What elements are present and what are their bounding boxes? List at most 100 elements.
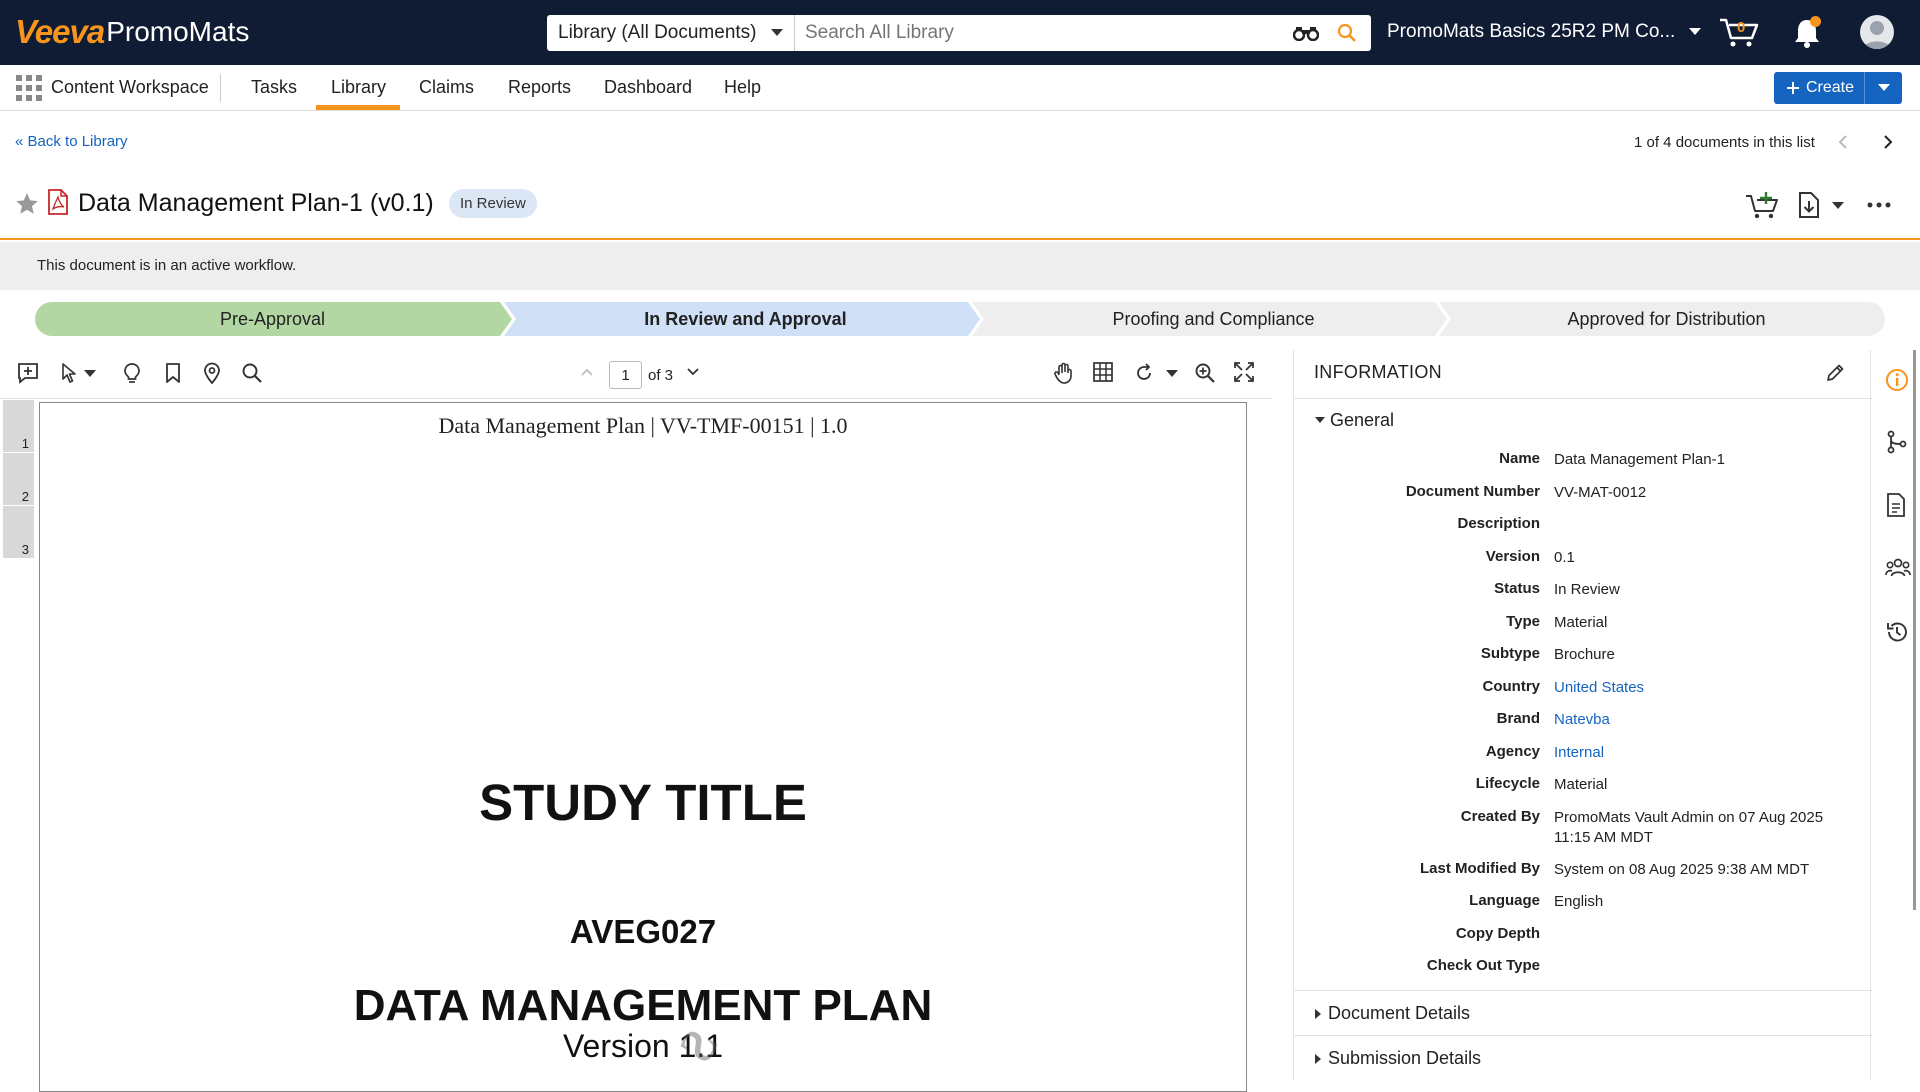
double-chevron-left-icon: « — [15, 133, 28, 150]
field-value-name: Data Management Plan-1 — [1554, 451, 1725, 468]
top-bar: Veeva PromoMats Library (All Documents) … — [0, 0, 1920, 65]
page-number-input[interactable]: 1 — [609, 361, 642, 389]
search-input[interactable] — [795, 15, 1293, 51]
download-icon[interactable] — [1798, 192, 1820, 218]
add-annotation-icon[interactable] — [17, 362, 39, 384]
page-thumbnail[interactable]: 2 — [3, 453, 34, 505]
tab-library[interactable]: Library — [331, 77, 386, 98]
lightbulb-icon[interactable] — [123, 362, 141, 384]
field-value-language: English — [1554, 893, 1604, 910]
app-grid-icon[interactable] — [16, 75, 42, 101]
select-pointer-icon[interactable] — [60, 362, 78, 384]
stage-pre-approval[interactable]: Pre-Approval — [35, 302, 510, 336]
field-label-check-out-type: Check Out Type — [1426, 957, 1540, 974]
cart-count: 0 — [1737, 19, 1746, 36]
vault-name: PromoMats Basics 25R2 PM Co... — [1387, 21, 1676, 42]
document-page[interactable]: Data Management Plan | VV-TMF-00151 | 1.… — [39, 402, 1247, 1092]
favorite-star-icon[interactable] — [14, 191, 40, 217]
pdf-file-icon — [47, 189, 69, 215]
history-icon[interactable] — [1885, 620, 1909, 644]
field-label-lifecycle: Lifecycle — [1475, 775, 1540, 792]
logo-brand: Veeva — [15, 13, 105, 50]
zoom-in-icon[interactable] — [1194, 362, 1216, 384]
field-label-agency: Agency — [1485, 743, 1540, 760]
field-value-created-by: PromoMats Vault Admin on 07 Aug 2025 11:… — [1554, 809, 1824, 846]
tab-tasks[interactable]: Tasks — [251, 77, 297, 98]
users-group-icon[interactable] — [1885, 557, 1911, 579]
select-tool-chevron-icon[interactable] — [84, 370, 96, 378]
download-dropdown-chevron-icon[interactable] — [1832, 202, 1844, 210]
field-label-status: Status — [1494, 580, 1540, 597]
next-page-icon[interactable] — [686, 367, 700, 377]
tab-help[interactable]: Help — [724, 77, 761, 98]
content-workspace-label[interactable]: Content Workspace — [51, 77, 209, 98]
workflow-message: This document is in an active workflow. — [37, 257, 297, 274]
rotate-chevron-icon[interactable] — [1166, 370, 1178, 378]
relationships-icon[interactable] — [1885, 430, 1909, 454]
document-pager-text: 1 of 4 documents in this list — [1634, 134, 1815, 151]
study-title: STUDY TITLE — [479, 774, 807, 831]
field-value-last-modified-by: System on 08 Aug 2025 9:38 AM MDT — [1554, 861, 1810, 878]
bookmark-icon[interactable] — [164, 362, 182, 384]
toolbar-divider — [0, 398, 1272, 399]
panel-scrollbar[interactable] — [1913, 350, 1916, 910]
veeva-promomats-logo[interactable]: Veeva PromoMats — [15, 13, 249, 50]
information-icon[interactable] — [1885, 368, 1909, 392]
previous-document-icon[interactable] — [1838, 134, 1848, 150]
field-label-version: Version — [1485, 548, 1540, 565]
previous-page-icon[interactable] — [580, 367, 594, 377]
field-value-brand-link[interactable]: Natevba — [1554, 710, 1844, 730]
field-value-document-number: VV-MAT-0012 — [1554, 484, 1647, 501]
field-value-country-link[interactable]: United States — [1554, 678, 1844, 698]
caret-right-icon — [1315, 1008, 1321, 1019]
document-version: Version 1.1 — [562, 1028, 724, 1064]
field-label-copy-depth: Copy Depth — [1455, 925, 1540, 942]
information-panel: INFORMATION General Name Data Management… — [1293, 350, 1872, 1081]
search-document-icon[interactable] — [241, 362, 263, 384]
field-label-description: Description — [1457, 515, 1540, 532]
page-thumbnail[interactable]: 1 — [3, 400, 34, 452]
user-avatar[interactable] — [1860, 15, 1894, 49]
notification-dot — [1810, 16, 1821, 27]
back-to-library-link[interactable]: « Back to Library — [15, 133, 128, 150]
tab-dashboard[interactable]: Dashboard — [604, 77, 692, 98]
section-title: Submission Details — [1328, 1048, 1482, 1068]
plus-icon — [1786, 81, 1800, 95]
add-to-cart-icon[interactable] — [1745, 192, 1779, 220]
submission-details-section[interactable]: Submission Details — [1294, 1035, 1872, 1081]
field-label-type: Type — [1506, 613, 1540, 630]
chevron-down-icon — [771, 29, 783, 37]
grid-view-icon[interactable] — [1093, 362, 1113, 382]
more-actions-icon[interactable] — [1867, 202, 1891, 208]
tab-claims[interactable]: Claims — [419, 77, 474, 98]
information-heading: INFORMATION — [1314, 362, 1442, 382]
vault-switcher[interactable]: PromoMats Basics 25R2 PM Co... — [1387, 21, 1702, 43]
cart-button[interactable]: 0 — [1718, 16, 1760, 48]
stage-proofing-and-compliance[interactable]: Proofing and Compliance — [981, 302, 1446, 336]
edit-pencil-icon[interactable] — [1825, 363, 1845, 383]
info-divider — [1294, 398, 1872, 399]
field-label-country: Country — [1482, 678, 1541, 695]
field-value-agency-link[interactable]: Internal — [1554, 743, 1844, 763]
stage-approved-for-distribution[interactable]: Approved for Distribution — [1449, 302, 1884, 336]
next-document-icon[interactable] — [1883, 134, 1893, 150]
field-label-name: Name — [1499, 450, 1540, 467]
tab-reports[interactable]: Reports — [508, 77, 571, 98]
document-icon[interactable] — [1885, 493, 1907, 517]
page-thumbnail[interactable]: 3 — [3, 506, 34, 558]
document-details-section[interactable]: Document Details — [1294, 990, 1872, 1036]
location-pin-icon[interactable] — [203, 362, 221, 384]
library-scope-select[interactable]: Library (All Documents) — [547, 15, 795, 51]
search-icon[interactable] — [1337, 23, 1357, 43]
field-label-brand: Brand — [1496, 710, 1540, 727]
main-nav: Content Workspace Tasks Library Claims R… — [0, 65, 1920, 111]
binoculars-icon[interactable] — [1293, 25, 1319, 41]
field-label-subtype: Subtype — [1480, 645, 1540, 662]
fullscreen-icon[interactable] — [1234, 362, 1254, 382]
pan-hand-icon[interactable] — [1053, 362, 1075, 384]
general-section-toggle[interactable]: General — [1315, 410, 1394, 431]
rotate-icon[interactable] — [1133, 362, 1155, 384]
create-dropdown-toggle[interactable] — [1865, 84, 1902, 92]
create-button[interactable]: Create — [1774, 72, 1902, 104]
stage-in-review-and-approval[interactable]: In Review and Approval — [513, 302, 978, 336]
